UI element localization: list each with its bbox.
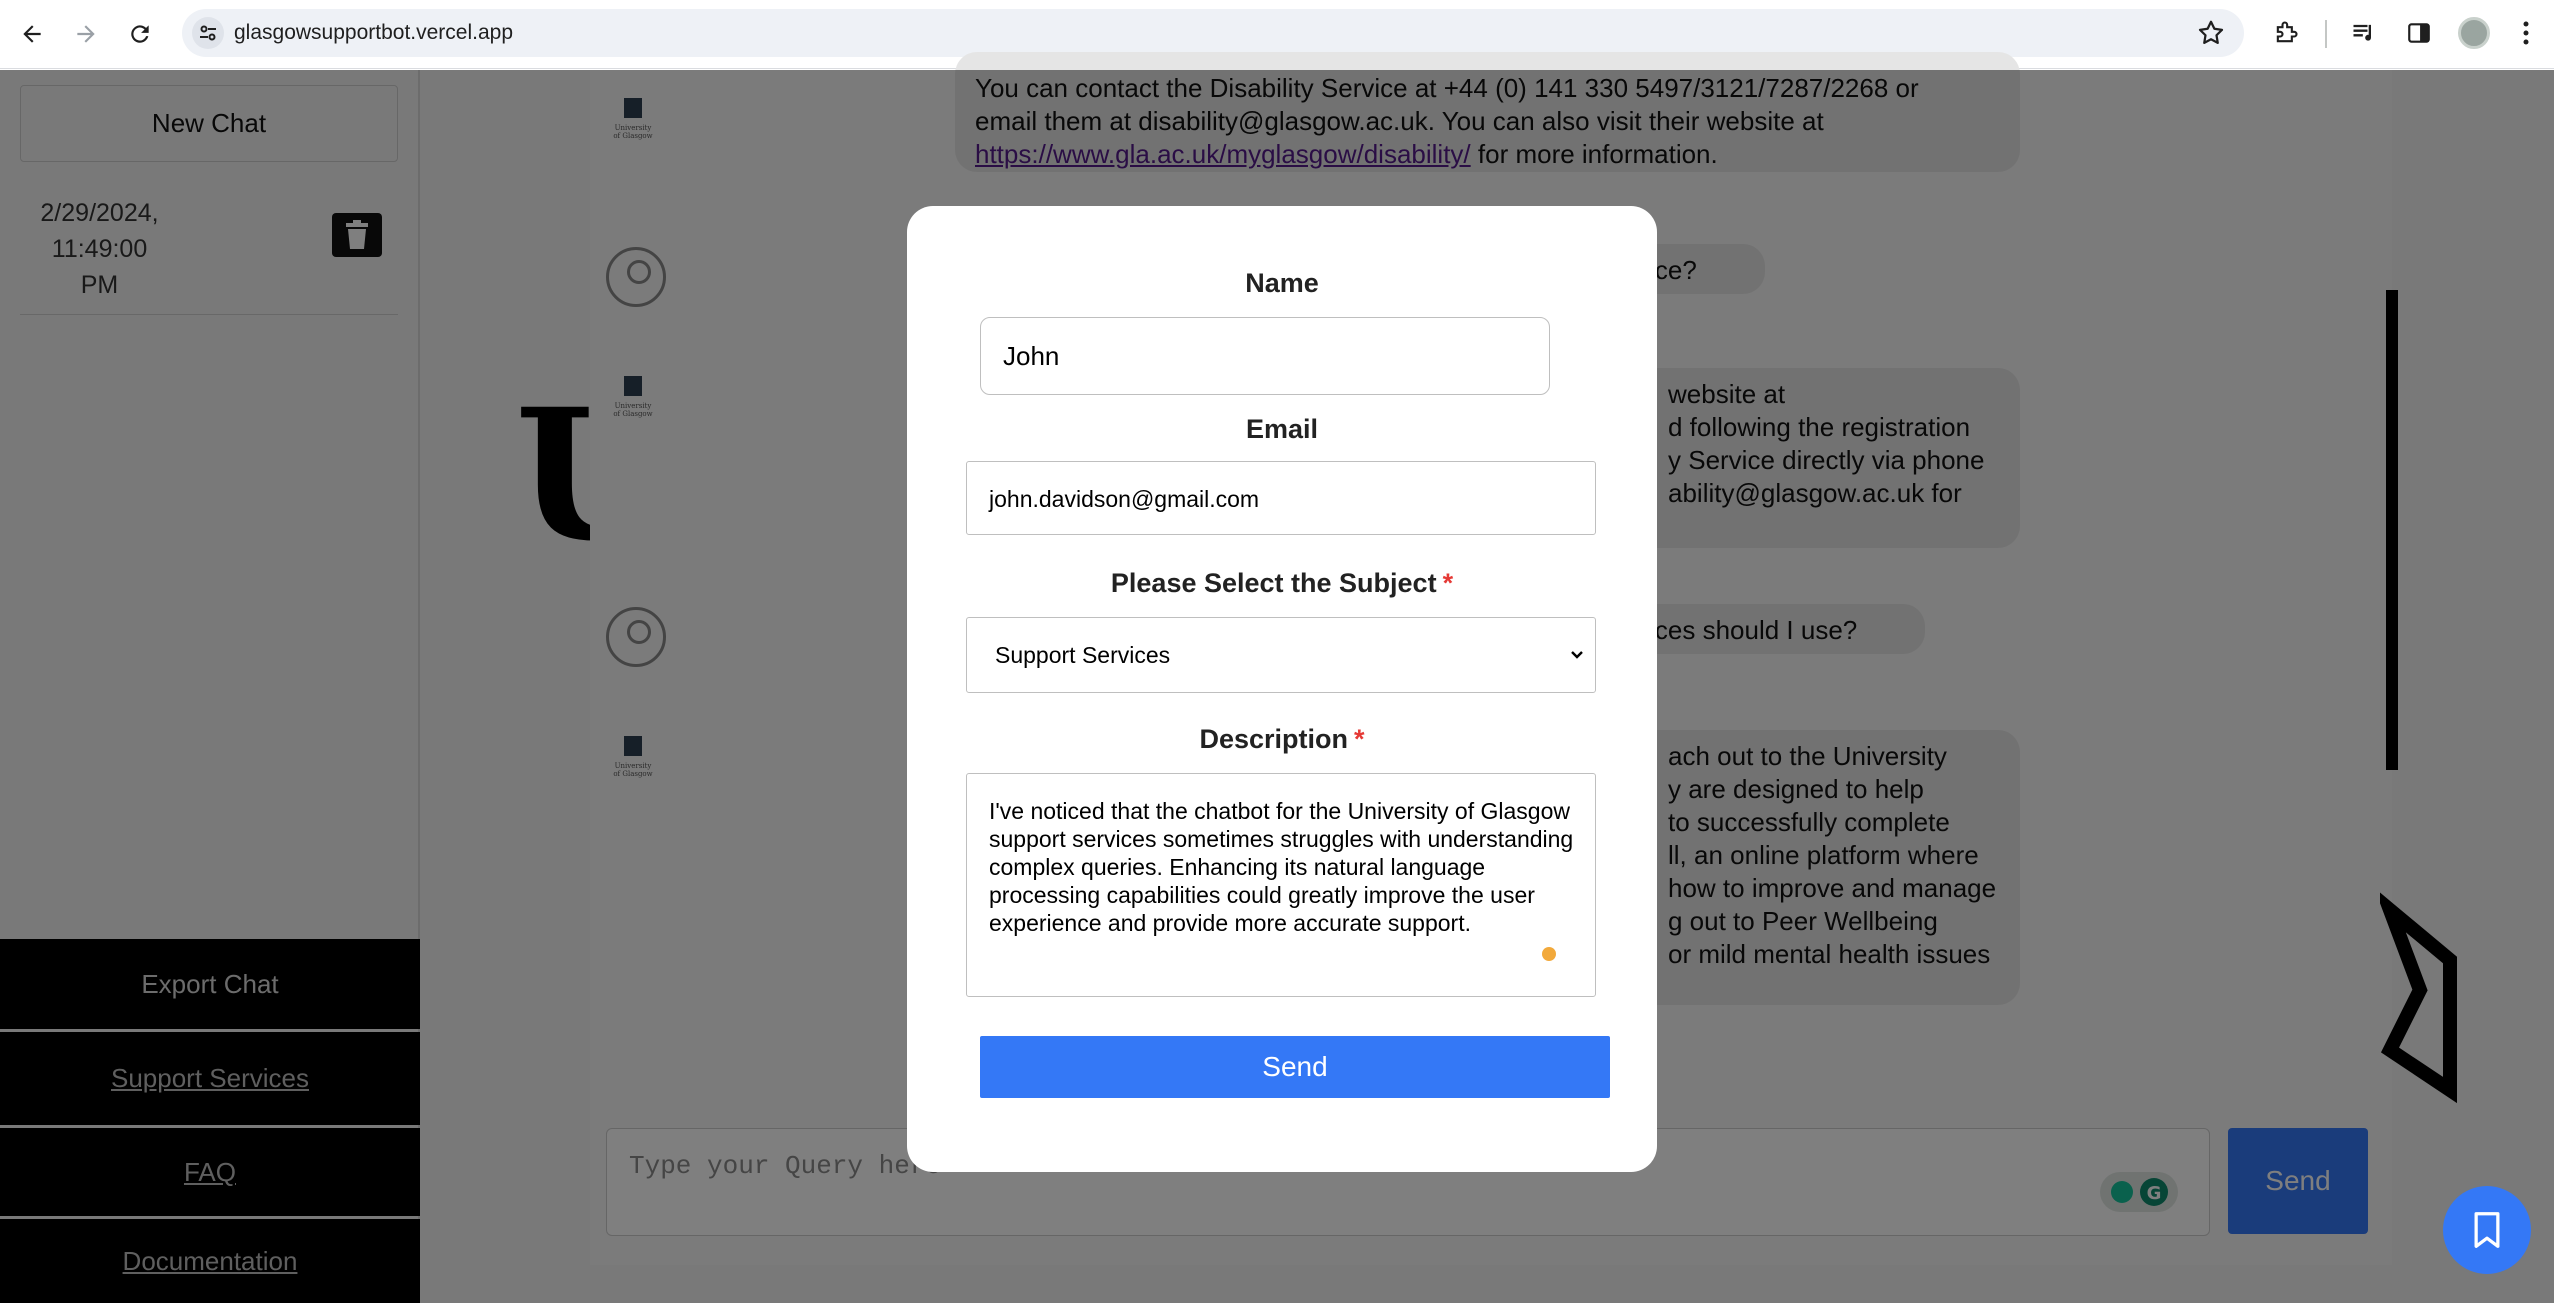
forward-arrow-icon [77,25,95,43]
more-menu-icon[interactable] [2510,17,2542,49]
chevron-down-icon [1571,651,1583,659]
back-arrow-icon [23,25,41,43]
description-textarea[interactable]: I've noticed that the chatbot for the Un… [966,773,1596,997]
bookmark-fab-button[interactable] [2443,1186,2531,1274]
grammarly-status-icon[interactable] [1542,947,1556,961]
url-text[interactable]: glasgowsupportbot.vercel.app [234,21,513,45]
address-bar[interactable]: glasgowsupportbot.vercel.app [182,9,2244,57]
bookmark-icon [2474,1212,2500,1248]
reload-icon [131,25,149,43]
modal-send-button[interactable]: Send [980,1036,1610,1098]
site-info-icon[interactable] [192,17,224,49]
required-asterisk: * [1442,568,1454,598]
subject-select[interactable]: Support Services [966,617,1596,693]
profile-avatar[interactable] [2458,17,2490,49]
back-button[interactable] [14,16,50,52]
toolbar-separator [2325,20,2327,48]
subject-label: Please Select the Subject * [1110,568,1454,598]
forward-button[interactable] [68,16,104,52]
extensions-icon[interactable] [2270,17,2302,49]
email-label: Email [1245,414,1319,444]
reload-button[interactable] [122,16,158,52]
email-input[interactable]: john.davidson@gmail.com [966,461,1596,535]
name-input[interactable]: John [980,317,1550,395]
description-label: Description * [1199,724,1365,754]
name-label: Name [1245,268,1319,298]
media-control-icon[interactable] [2348,17,2380,49]
bookmark-star-icon[interactable] [2196,18,2226,48]
required-asterisk: * [1354,724,1365,754]
feedback-modal: Name John Email john.davidson@gmail.com … [907,206,1657,1172]
side-panel-icon[interactable] [2403,17,2435,49]
